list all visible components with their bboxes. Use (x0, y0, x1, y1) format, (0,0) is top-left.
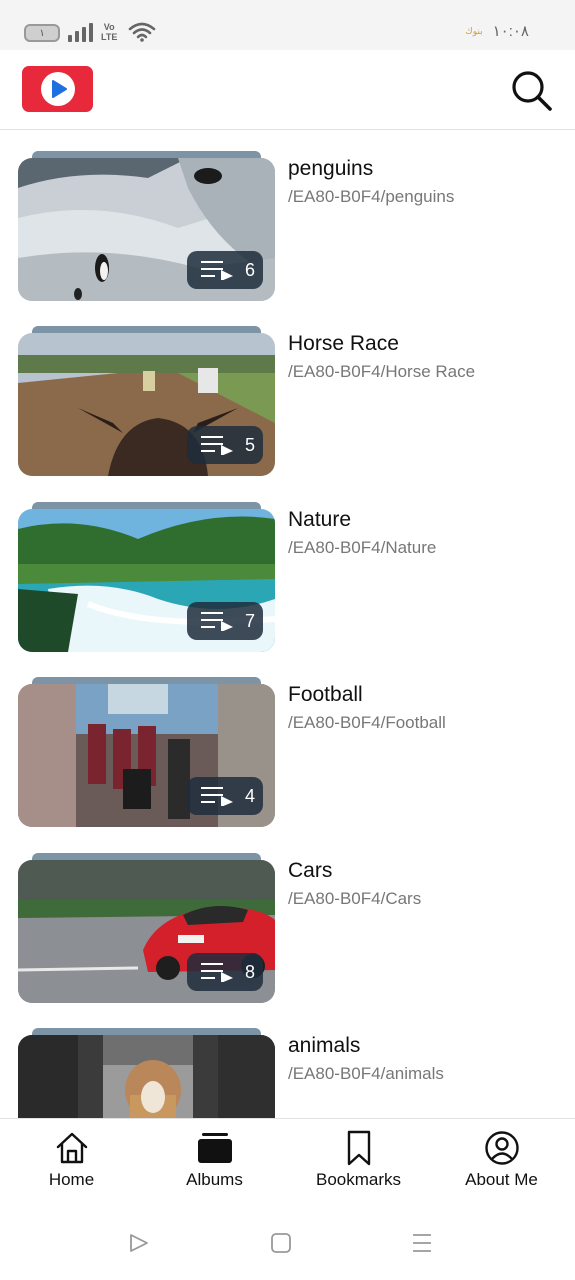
video-count-badge: 5 (187, 426, 263, 464)
album-path: /EA80-B0F4/Nature (288, 538, 437, 557)
album-thumbnail[interactable]: 7 (18, 502, 275, 652)
playlist-play-icon (200, 261, 233, 280)
album-list: 6 penguins /EA80-B0F4/penguins 5 Horse R… (0, 130, 575, 1118)
album-thumbnail[interactable]: 6 (18, 151, 275, 301)
album-path: /EA80-B0F4/animals (288, 1064, 444, 1083)
album-path: /EA80-B0F4/Football (288, 713, 446, 732)
album-item-horse-race[interactable]: 5 Horse Race /EA80-B0F4/Horse Race (0, 305, 575, 476)
nav-home[interactable]: Home (0, 1119, 143, 1207)
playlist-play-icon (200, 963, 233, 982)
album-title: Horse Race (288, 332, 399, 355)
clock: ١٠:٠٨ (492, 23, 529, 40)
album-item-football[interactable]: 4 Football /EA80-B0F4/Football (0, 656, 575, 827)
album-item-nature[interactable]: 7 Nature /EA80-B0F4/Nature (0, 481, 575, 652)
playlist-play-icon (200, 612, 233, 631)
wifi-icon (128, 22, 156, 42)
volte-indicator: Vo LTE (101, 22, 118, 42)
album-item-cars[interactable]: 8 Cars /EA80-B0F4/Cars (0, 832, 575, 1003)
video-count-badge: 7 (187, 602, 263, 640)
play-logo-icon[interactable] (22, 66, 93, 112)
user-circle-icon (484, 1131, 519, 1165)
album-item-animals[interactable]: animals /EA80-B0F4/animals (0, 1007, 575, 1118)
video-count: 4 (244, 785, 255, 806)
nav-albums-label: Albums (186, 1170, 243, 1189)
video-count: 7 (244, 610, 255, 631)
album-title: Nature (288, 508, 352, 531)
battery-icon: ١ (24, 24, 60, 42)
nav-albums[interactable]: Albums (143, 1119, 286, 1207)
album-path: /EA80-B0F4/Horse Race (288, 362, 476, 381)
signal-icon (68, 22, 93, 42)
video-count: 8 (244, 961, 255, 982)
status-bar: ١ Vo LTE بنوك ١٠:٠٨ (0, 0, 575, 50)
album-item-penguins[interactable]: 6 penguins /EA80-B0F4/penguins (0, 130, 575, 301)
playlist-play-icon (200, 436, 233, 455)
nav-bookmarks[interactable]: Bookmarks (287, 1119, 430, 1207)
album-title: Football (288, 683, 363, 706)
albums-icon (197, 1133, 232, 1163)
back-triangle-icon[interactable] (128, 1232, 150, 1254)
album-thumbnail[interactable]: 4 (18, 677, 275, 827)
battery-level: ١ (39, 27, 45, 39)
home-icon (56, 1132, 87, 1164)
video-count: 5 (244, 434, 255, 455)
nav-about-label: About Me (465, 1170, 538, 1189)
album-path: /EA80-B0F4/penguins (288, 187, 455, 206)
album-path: /EA80-B0F4/Cars (288, 889, 422, 908)
album-title: animals (288, 1034, 361, 1057)
video-count: 6 (244, 259, 255, 280)
app-header (0, 50, 575, 130)
video-count-badge: 6 (187, 251, 263, 289)
album-thumbnail[interactable]: 5 (18, 326, 275, 476)
album-thumbnail[interactable]: 8 (18, 853, 275, 1003)
bookmark-icon (347, 1130, 370, 1166)
recents-menu-icon[interactable] (411, 1232, 433, 1254)
search-icon[interactable] (509, 68, 553, 112)
album-title: Cars (288, 859, 333, 882)
nav-about[interactable]: About Me (430, 1119, 573, 1207)
bottom-nav: Home Albums Bookmarks About Me (0, 1118, 575, 1206)
system-nav-bar (0, 1206, 575, 1280)
playlist-play-icon (200, 787, 233, 806)
nav-home-label: Home (48, 1170, 95, 1189)
home-square-icon[interactable] (270, 1232, 292, 1254)
album-thumbnail[interactable] (18, 1028, 275, 1118)
album-title: penguins (288, 157, 374, 180)
thumbnail-image (18, 1035, 275, 1118)
nav-bookmarks-label: Bookmarks (315, 1170, 402, 1189)
carrier-badge: بنوك (465, 26, 483, 36)
video-count-badge: 8 (187, 953, 263, 991)
video-count-badge: 4 (187, 777, 263, 815)
